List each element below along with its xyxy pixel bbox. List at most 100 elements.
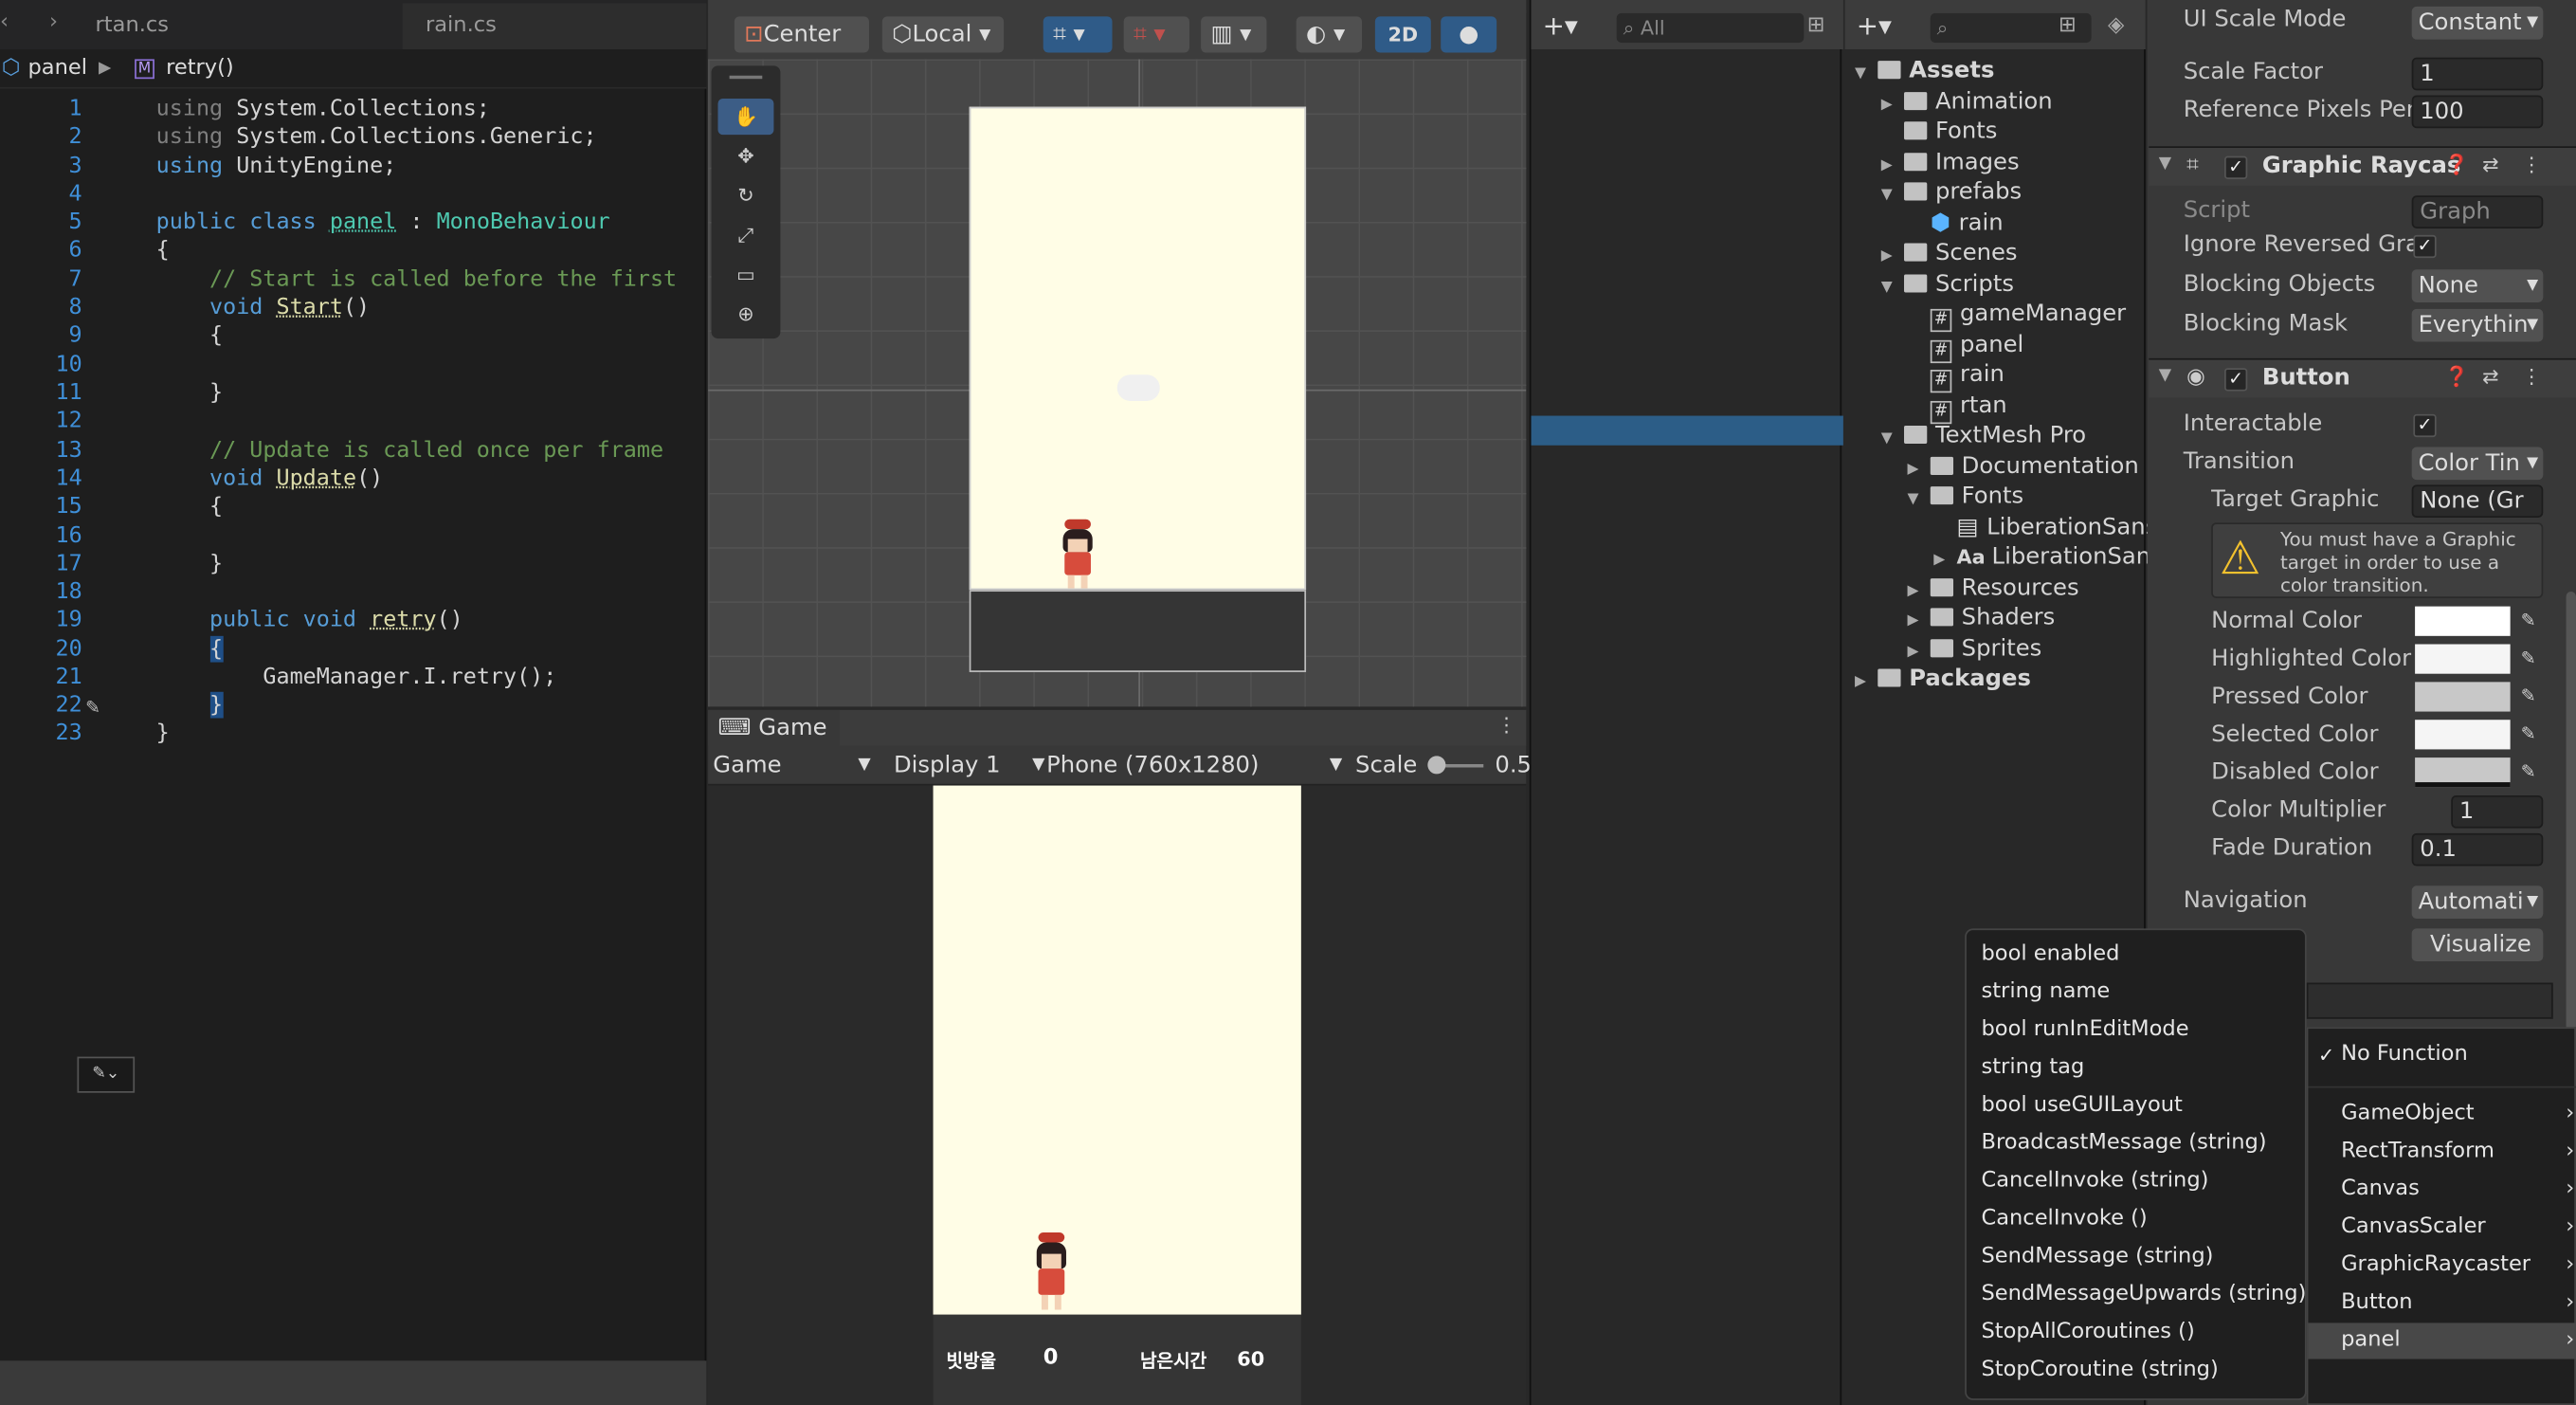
pressed-color-swatch[interactable] [2415,682,2511,712]
disabled-color-swatch[interactable] [2415,757,2511,788]
quick-action-button[interactable]: ✎⌄ [77,1056,136,1093]
reference-pixels-field[interactable]: 100 [2411,95,2544,129]
scene-viewport[interactable] [708,59,1527,707]
search-by-label-icon[interactable]: ◈ [2108,13,2124,38]
rect-tool-icon[interactable]: ▭ [717,256,773,292]
component-menu-icon[interactable]: ⋮ [2522,365,2542,388]
add-icon[interactable]: +▾ [1543,9,1578,41]
eyedropper-icon[interactable]: ✎ [2515,721,2542,748]
rotate-tool-icon[interactable]: ↻ [717,177,773,213]
menu-item-function[interactable]: string name [1981,979,2110,1004]
filter-icon[interactable]: ⊞ [1807,13,1825,38]
shading-mode-button[interactable]: ◐ ▾ [1296,16,1362,53]
menu-item-function[interactable]: string tag [1981,1055,2084,1080]
button-component-header[interactable]: ▼ ◉ ✓ Button ❓ ⇄ ⋮ [2149,357,2576,398]
button-enabled-checkbox[interactable]: ✓ [2224,367,2248,392]
foldout-arrow-icon[interactable]: ▼ [2159,155,2171,173]
presets-icon[interactable]: ⇄ [2482,365,2498,388]
visualize-button[interactable]: Visualize [2411,928,2544,962]
project-item[interactable]: ▼ prefabs [1881,177,2022,207]
resolution-dropdown[interactable]: Phone (760x1280) ▼ [1046,746,1342,786]
menu-item-function[interactable]: SendMessage (string) [1981,1244,2213,1268]
project-item[interactable]: ▶ Shaders [1907,603,2055,632]
navigation-dropdown[interactable]: Automati ▼ [2411,885,2544,919]
fade-duration-field[interactable]: 0.1 [2411,832,2544,867]
project-item[interactable]: ▶ Animation [1881,87,2053,117]
presets-icon[interactable]: ⇄ [2482,153,2498,175]
pencil-icon[interactable]: ✎ [85,697,100,719]
more-menu-icon[interactable]: ⋮ [1497,713,1516,736]
display-dropdown[interactable]: Display 1 ▼ [894,746,1044,786]
lighting-button[interactable]: ● [1441,16,1497,53]
selected-color-swatch[interactable] [2415,720,2511,750]
component-menu-icon[interactable]: ⋮ [2522,153,2542,175]
project-item[interactable]: ▶ Resources [1907,574,2078,603]
tab-game[interactable]: ⌨ Game [708,709,840,746]
project-item[interactable]: ▶ Packages [1855,664,2031,693]
search-by-type-icon[interactable]: ⊞ [2059,13,2077,38]
ruler-button[interactable]: ▥ ▾ [1201,16,1267,53]
create-icon[interactable]: +▾ [1857,9,1892,41]
menu-item-function[interactable]: CancelInvoke () [1981,1206,2147,1231]
menu-item-function[interactable]: bool useGUILayout [1981,1093,2182,1118]
space-dropdown[interactable]: ⬡Local ▾ [881,16,1005,53]
blocking-objects-dropdown[interactable]: None ▼ [2411,269,2544,302]
project-item[interactable]: ▶ Scenes [1881,238,2018,267]
project-item[interactable]: ▼ Assets [1855,56,1994,85]
project-item[interactable]: Fonts [1881,117,1997,146]
menu-item-function[interactable]: bool enabled [1981,941,2119,966]
grid-snap-button[interactable]: ⌗ ▾ [1043,16,1113,53]
menu-item-function[interactable]: CancelInvoke (string) [1981,1168,2208,1193]
forward-arrow-icon[interactable]: › [49,9,58,34]
snap-increment-button[interactable]: ⌗ ▾ [1123,16,1189,53]
transform-tool-icon[interactable]: ⊕ [717,296,773,332]
move-tool-icon[interactable]: ✥ [717,138,773,174]
eyedropper-icon[interactable]: ✎ [2515,684,2542,710]
project-item[interactable]: ▶ Images [1881,148,2020,177]
interactable-checkbox[interactable]: ✓ [2413,412,2437,438]
game-view-dropdown[interactable]: Game ▼ [713,746,874,786]
transition-dropdown[interactable]: Color Tin ▼ [2411,447,2544,481]
scale-slider-thumb[interactable] [1427,756,1446,775]
pivot-dropdown[interactable]: ⊡Center ▾ [734,16,869,83]
project-item[interactable]: ▼ Scripts [1881,269,2014,299]
blocking-mask-dropdown[interactable]: Everythin ▼ [2411,308,2544,342]
menu-item-component[interactable]: CanvasScaler › [2341,1214,2574,1239]
menu-item-function[interactable]: StopCoroutine (string) [1981,1358,2218,1382]
menu-item-component[interactable]: RectTransform › [2341,1139,2574,1163]
eyedropper-icon[interactable]: ✎ [2515,646,2542,672]
normal-color-swatch[interactable] [2415,606,2511,636]
menu-item-component[interactable]: GameObject › [2341,1101,2574,1125]
menu-item-function[interactable]: bool runInEditMode [1981,1017,2188,1042]
menu-item-component[interactable]: panel › [2341,1328,2574,1353]
project-item[interactable]: ▶ Documentation [1907,452,2138,482]
help-icon[interactable]: ❓ [2444,365,2469,388]
menu-item-component[interactable]: Canvas › [2341,1177,2574,1201]
scale-factor-field[interactable]: 1 [2411,57,2544,91]
onclick-event-field[interactable] [2306,982,2553,1019]
tab-rain-cs[interactable]: rain.cs [402,3,707,50]
project-item[interactable]: ▶ Sprites [1907,634,2041,664]
menu-item-component[interactable]: GraphicRaycaster › [2341,1252,2574,1277]
project-item[interactable]: ▤ LiberationSans [1933,513,2157,542]
menu-item-function[interactable]: SendMessageUpwards (string) [1981,1282,2306,1306]
help-icon[interactable]: ❓ [2444,153,2469,175]
project-item[interactable]: # rtan [1907,392,2007,425]
menu-item-function[interactable]: StopAllCoroutines () [1981,1320,2194,1344]
graphic-raycaster-header[interactable]: ▼ ⌗ ✓ Graphic Raycas ❓ ⇄ ⋮ [2149,146,2576,186]
ignore-reversed-checkbox[interactable]: ✓ [2413,233,2437,259]
project-item[interactable]: ⬢ rain [1907,209,2004,238]
project-item[interactable]: # gameManager [1907,299,2126,333]
breadcrumb-method[interactable]: retry() [166,49,234,89]
scale-tool-icon[interactable]: ⤢ [717,217,773,253]
ui-scale-mode-dropdown[interactable]: Constant ▼ [2411,6,2544,40]
hierarchy-search-input[interactable]: ⌕ All [1616,12,1805,44]
project-item[interactable]: ▼ Fonts [1907,482,2023,511]
project-item[interactable]: # panel [1907,330,2023,364]
project-item[interactable]: # rain [1907,360,2005,393]
project-item[interactable]: ▼ TextMesh Pro [1881,421,2086,450]
foldout-arrow-icon[interactable]: ▼ [2159,367,2171,385]
eyedropper-icon[interactable]: ✎ [2515,759,2542,786]
highlighted-color-swatch[interactable] [2415,644,2511,674]
menu-item-component[interactable]: Button › [2341,1290,2574,1315]
